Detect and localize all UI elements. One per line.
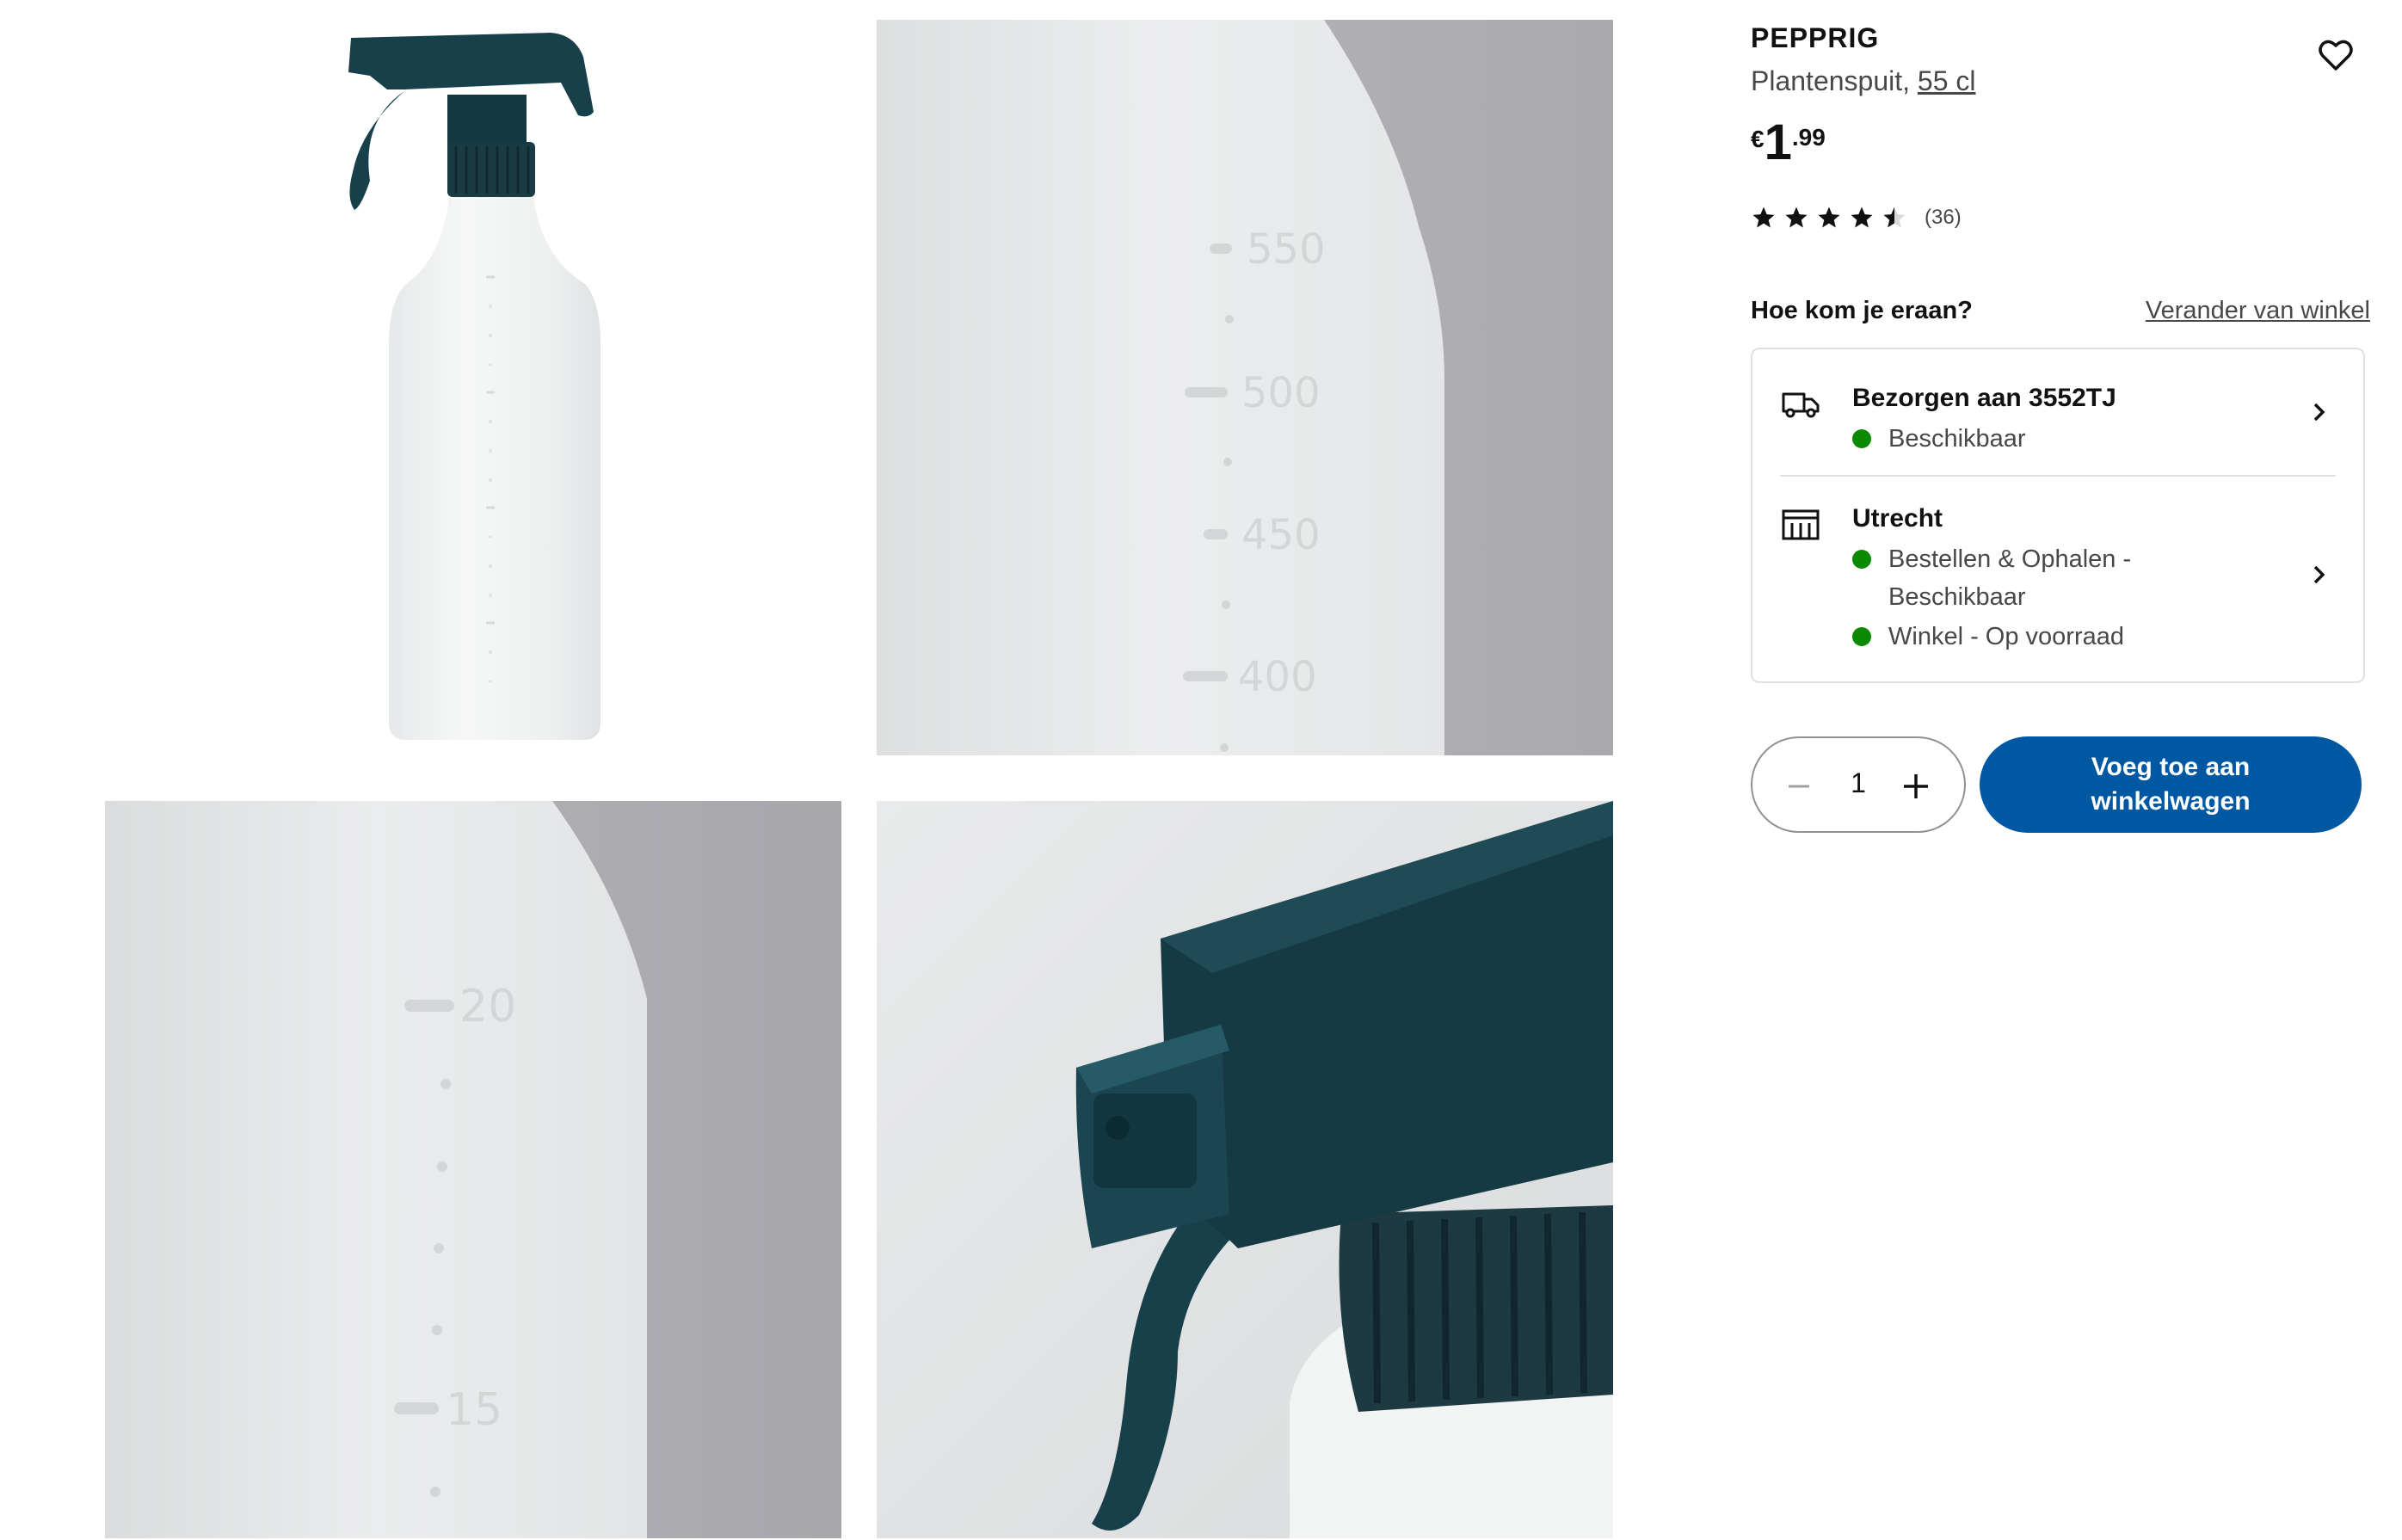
star-filled-icon	[1818, 206, 1840, 228]
heart-outline-icon	[2319, 40, 2353, 71]
scale-label-15: 15	[446, 1384, 502, 1436]
scale-label-20: 20	[459, 981, 516, 1032]
delivery-option[interactable]: Bezorgen aan 3552TJ Beschikbaar	[1752, 349, 2363, 475]
truck-icon	[1782, 392, 1820, 418]
status-dot	[1852, 429, 1871, 448]
product-image-2[interactable]: 550 500 450 400	[877, 20, 1613, 755]
price-currency: €	[1751, 126, 1765, 152]
quantity-stepper: 1	[1751, 736, 1966, 833]
product-price: €1.99	[1751, 117, 1826, 169]
change-store-link[interactable]: Verander van winkel	[2146, 297, 2370, 325]
store-title: Utrecht	[1852, 504, 1943, 533]
star-filled-icon	[1785, 206, 1808, 228]
delivery-status-text: Beschikbaar	[1888, 425, 2026, 453]
price-decimal: .99	[1791, 124, 1826, 151]
quantity-value[interactable]: 1	[1752, 767, 1964, 799]
scale-label-500: 500	[1241, 369, 1321, 417]
bottle-photo	[348, 33, 600, 740]
add-to-cart-button[interactable]: Voeg toe aan winkelwagen	[1980, 736, 2362, 833]
star-filled-icon	[1851, 206, 1873, 228]
product-type: Plantenspuit,	[1751, 65, 1911, 96]
star-half-icon	[1883, 206, 1906, 228]
scale-label-550: 550	[1247, 225, 1326, 274]
store-pickup-text: Bestellen & Ophalen - Beschikbaar	[1888, 545, 2132, 611]
delivery-status: Beschikbaar	[1852, 420, 2026, 458]
spray-head-photo	[877, 801, 1613, 1538]
scale-closeup-photo: 550 500 450 400	[877, 20, 1613, 755]
store-pickup-status: Bestellen & Ophalen - Beschikbaar	[1852, 540, 2162, 616]
scale-closeup-photo: 20 15	[105, 801, 841, 1538]
delivery-title: Bezorgen aan 3552TJ	[1852, 384, 2116, 412]
status-dot	[1852, 550, 1871, 569]
availability-card: Bezorgen aan 3552TJ Beschikbaar Utrecht	[1751, 348, 2365, 683]
store-stock-text: Winkel - Op voorraad	[1888, 623, 2124, 650]
add-to-cart-label: Voeg toe aan winkelwagen	[2091, 753, 2251, 816]
availability-heading: Hoe kom je eraan?	[1751, 297, 1973, 324]
status-dot	[1852, 627, 1871, 646]
chevron-right-icon	[2313, 565, 2325, 584]
store-stock-status: Winkel - Op voorraad	[1852, 618, 2124, 656]
scale-label-400: 400	[1238, 653, 1317, 701]
product-info-panel: PEPPRIG Plantenspuit, 55 cl €1.99 (36) H…	[1751, 0, 2370, 860]
star-filled-icon	[1752, 206, 1775, 228]
store-option[interactable]: Utrecht Bestellen & Ophalen - Beschikbaa…	[1752, 477, 2363, 681]
product-image-4[interactable]	[877, 801, 1613, 1538]
product-description: Plantenspuit, 55 cl	[1751, 65, 1976, 97]
rating-stars[interactable]: (36)	[1751, 205, 1962, 231]
rating-count: (36)	[1925, 206, 1962, 229]
favourite-button[interactable]	[2315, 34, 2356, 76]
product-brand: PEPPRIG	[1751, 22, 1880, 53]
chevron-right-icon	[2313, 403, 2325, 422]
product-image-3[interactable]: 20 15	[105, 801, 841, 1538]
store-icon	[1782, 509, 1820, 540]
scale-label-450: 450	[1241, 511, 1321, 559]
product-size-link[interactable]: 55 cl	[1918, 65, 1976, 96]
plus-icon[interactable]	[1900, 771, 1931, 802]
product-image-1[interactable]	[0, 0, 865, 774]
price-integer: 1	[1764, 114, 1792, 170]
